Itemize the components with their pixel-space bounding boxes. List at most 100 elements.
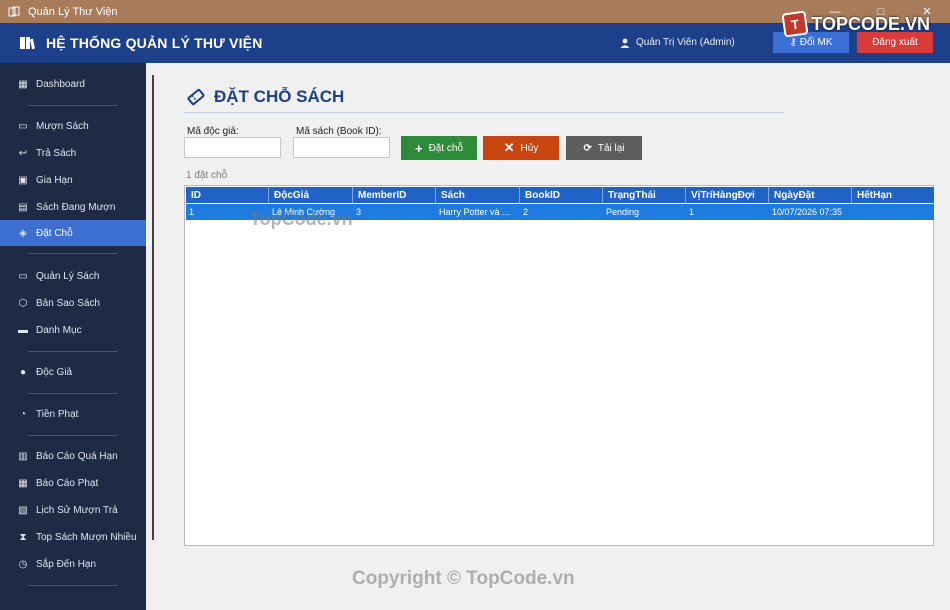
sidebar-item-due-soon[interactable]: ◷ Sắp Đến Hạn: [0, 551, 146, 577]
sidebar-divider: [28, 105, 118, 106]
page-title: ĐẶT CHỖ SÁCH: [186, 87, 344, 107]
sidebar-item-overdue-report[interactable]: ▥ Báo Cáo Quá Hạn: [0, 443, 146, 469]
column-header-book[interactable]: Sách: [436, 187, 520, 203]
sidebar: ▦ Dashboard ▭ Mượn Sách ↩ Trả Sách ▣ Gia Hạn…: [0, 63, 146, 610]
history-icon: ▧: [18, 504, 28, 516]
sidebar-item-top-books[interactable]: ⧗ Top Sách Mượn Nhiều: [0, 524, 146, 550]
reservations-table[interactable]: ID ĐộcGiả MemberID Sách BookID TrạngThái…: [184, 185, 934, 546]
key-icon: ⚷: [789, 37, 797, 48]
sidebar-item-label: Bản Sao Sách: [36, 297, 100, 309]
cell-status: Pending: [606, 207, 640, 217]
sidebar-item-return[interactable]: ↩ Trả Sách: [0, 140, 146, 166]
sidebar-item-label: Lịch Sử Mượn Trả: [36, 504, 118, 516]
sidebar-item-renew[interactable]: ▣ Gia Hạn: [0, 167, 146, 193]
reserve-button-label: Đặt chỗ: [428, 142, 464, 154]
sidebar-item-label: Độc Giả: [36, 366, 73, 378]
reader-id-input[interactable]: [184, 137, 281, 158]
column-header-expiry[interactable]: HếtHạn: [852, 187, 934, 203]
book-icon: ▭: [18, 120, 28, 132]
cell-reserved-date: 10/07/2026 07:35: [772, 207, 843, 217]
sidebar-divider: [28, 393, 118, 394]
column-header-status[interactable]: TrạngThái: [603, 187, 686, 203]
return-icon: ↩: [18, 147, 28, 159]
sidebar-scrollbar[interactable]: [152, 75, 154, 540]
sidebar-item-label: Top Sách Mượn Nhiều: [36, 531, 137, 543]
user-icon: [620, 38, 630, 48]
sidebar-item-dashboard[interactable]: ▦ Dashboard: [0, 71, 146, 97]
title-divider: [184, 112, 784, 113]
brand-logo-text: TOPCODE.VN: [811, 13, 930, 34]
sidebar-item-manage-books[interactable]: ▭ Quản Lý Sách: [0, 263, 146, 289]
sidebar-item-label: Danh Mục: [36, 324, 82, 336]
chart-icon: ▦: [18, 78, 28, 90]
sidebar-item-label: Sắp Đến Hạn: [36, 558, 97, 570]
book-icon: ▭: [18, 270, 28, 282]
sidebar-item-borrow[interactable]: ▭ Mượn Sách: [0, 113, 146, 139]
sidebar-item-fine-report[interactable]: ▦ Báo Cáo Phạt: [0, 470, 146, 496]
sidebar-item-label: Báo Cáo Quá Hạn: [36, 450, 118, 462]
cancel-button-label: Hủy: [520, 142, 539, 154]
sidebar-item-label: Quản Lý Sách: [36, 270, 100, 282]
sidebar-item-reservation[interactable]: ◈ Đặt Chỗ: [0, 220, 146, 246]
window-title: Quản Lý Thư Viện: [28, 5, 118, 18]
sidebar-item-fines[interactable]: ◔ Tiền Phạt: [0, 401, 146, 427]
sidebar-item-label: Dashboard: [36, 78, 85, 90]
app-title: HỆ THỐNG QUẢN LÝ THƯ VIỆN: [46, 35, 263, 51]
cell-expiry: [852, 204, 934, 220]
reserve-button[interactable]: + Đặt chỗ: [401, 136, 477, 160]
column-header-queue-position[interactable]: VịTríHàngĐợi: [686, 187, 769, 203]
close-icon: ✕: [503, 140, 515, 155]
column-header-id[interactable]: ID: [186, 187, 269, 203]
alarm-icon: ◷: [18, 558, 28, 570]
change-password-label: Đổi MK: [799, 37, 833, 48]
refresh-icon: ⟳: [583, 142, 592, 154]
book-id-input[interactable]: [293, 137, 390, 158]
sidebar-item-label: Báo Cáo Phạt: [36, 477, 99, 489]
sidebar-divider: [28, 435, 118, 436]
ticket-icon: [187, 88, 205, 106]
list-icon: ▤: [18, 201, 28, 213]
sidebar-item-label: Đặt Chỗ: [36, 227, 73, 239]
report-icon: ▥: [18, 450, 28, 462]
sidebar-divider: [28, 351, 118, 352]
brand-logo-icon: T: [781, 10, 809, 38]
reader-id-label: Mã độc giả:: [187, 126, 239, 137]
sidebar-item-label: Gia Hạn: [36, 174, 73, 186]
reload-button[interactable]: ⟳ Tải lại: [566, 136, 642, 160]
app-icon: [8, 6, 20, 16]
sidebar-divider: [28, 253, 118, 254]
column-header-reader[interactable]: ĐộcGiả: [269, 187, 353, 203]
cancel-reservation-button[interactable]: ✕ Hủy: [483, 136, 559, 160]
column-header-reserved-date[interactable]: NgàyĐặt: [769, 187, 852, 203]
plus-icon: +: [414, 140, 423, 156]
sidebar-item-label: Mượn Sách: [36, 120, 89, 132]
ticket-icon: ◈: [19, 227, 27, 239]
user-icon: ●: [19, 366, 27, 378]
main-content: ĐẶT CHỖ SÁCH Mã độc giả: Mã sách (Book I…: [146, 63, 950, 610]
cell-book-id: 2: [523, 207, 529, 217]
column-header-book-id[interactable]: BookID: [520, 187, 603, 203]
user-label: Quản Trị Viên (Admin): [636, 37, 735, 48]
column-header-member-id[interactable]: MemberID: [353, 187, 436, 203]
page-title-text: ĐẶT CHỖ SÁCH: [214, 87, 345, 106]
folder-icon: ▬: [18, 324, 28, 336]
cell-queue-position: 1: [689, 207, 695, 217]
current-user: Quản Trị Viên (Admin): [620, 37, 735, 48]
sidebar-divider: [28, 585, 118, 586]
sidebar-item-copies[interactable]: ⬡ Bản Sao Sách: [0, 290, 146, 316]
stopwatch-icon: ◔: [19, 408, 27, 420]
watermark-copyright: Copyright © TopCode.vn: [352, 568, 575, 589]
calendar-icon: ▣: [18, 174, 28, 186]
sidebar-item-borrowing[interactable]: ▤ Sách Đang Mượn: [0, 194, 146, 220]
chart-icon: ▦: [18, 477, 28, 489]
book-id-label: Mã sách (Book ID):: [296, 126, 382, 137]
sidebar-item-history[interactable]: ▧ Lịch Sử Mượn Trả: [0, 497, 146, 523]
watermark-overlay: TopCode.vn: [250, 209, 353, 229]
trophy-icon: ⧗: [19, 531, 27, 543]
brand-logo: T TOPCODE.VN: [781, 10, 930, 38]
sidebar-item-readers[interactable]: ● Độc Giả: [0, 359, 146, 385]
books-icon: [20, 37, 35, 50]
cell-book: Harry Potter và ...: [439, 207, 510, 217]
sidebar-item-categories[interactable]: ▬ Danh Mục: [0, 317, 146, 343]
table-header: ID ĐộcGiả MemberID Sách BookID TrạngThái…: [186, 187, 934, 203]
